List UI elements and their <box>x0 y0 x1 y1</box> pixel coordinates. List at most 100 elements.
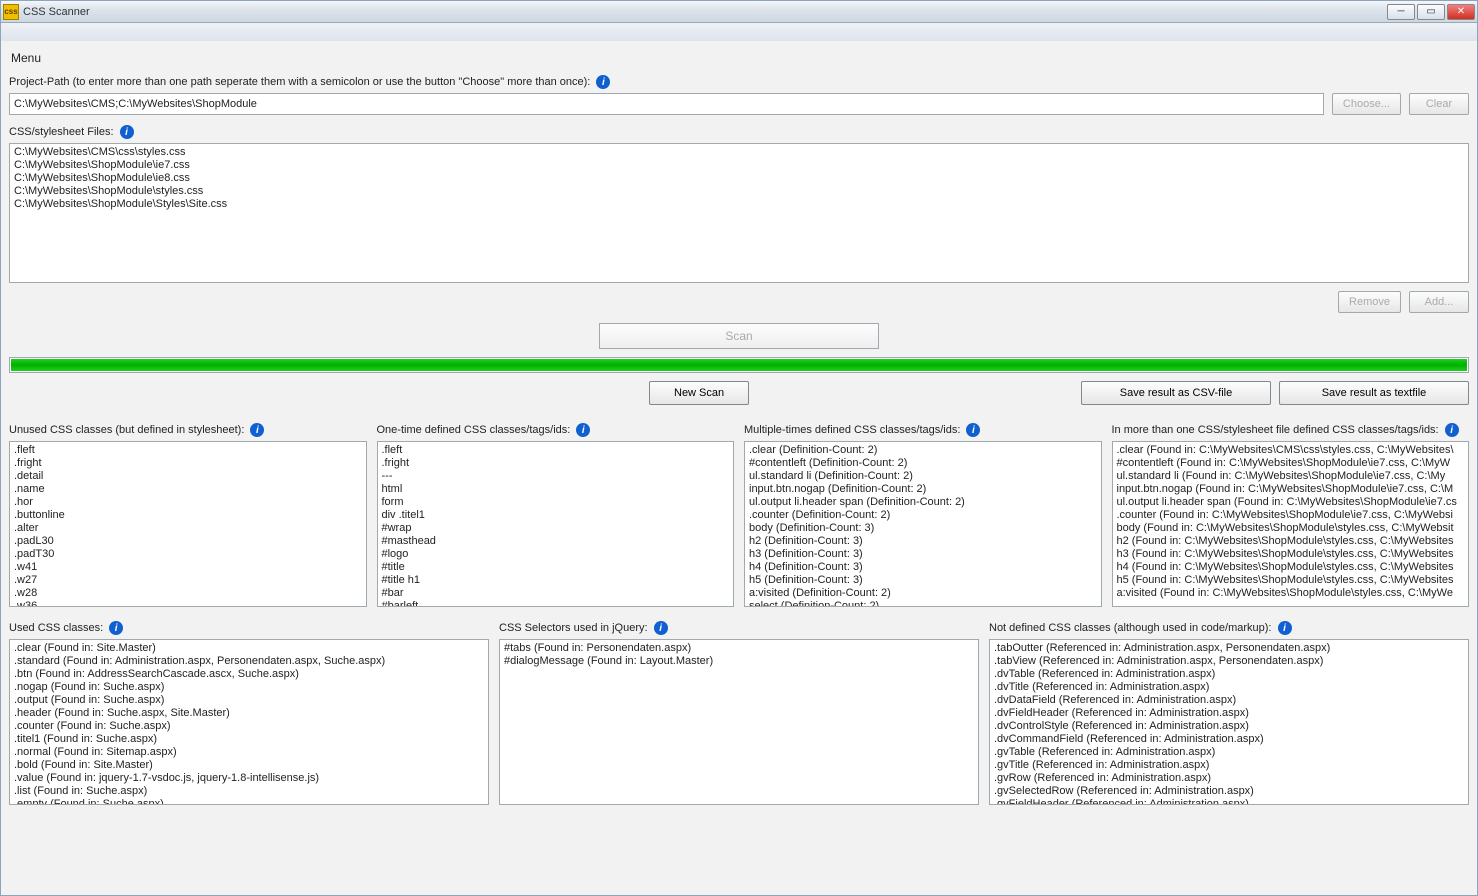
list-item[interactable]: #barleft <box>382 600 730 607</box>
list-item[interactable]: .counter (Found in: C:\MyWebsites\ShopMo… <box>1117 509 1465 522</box>
project-path-input[interactable] <box>9 93 1324 115</box>
list-item[interactable]: .fright <box>382 457 730 470</box>
list-item[interactable]: .normal (Found in: Sitemap.aspx) <box>14 746 484 759</box>
list-item[interactable]: #dialogMessage (Found in: Layout.Master) <box>504 655 974 668</box>
list-item[interactable]: .padT30 <box>14 548 362 561</box>
list-item[interactable]: h2 (Definition-Count: 3) <box>749 535 1097 548</box>
scan-button[interactable]: Scan <box>599 323 879 349</box>
list-item[interactable]: form <box>382 496 730 509</box>
list-item[interactable]: .gvFieldHeader (Referenced in: Administr… <box>994 798 1464 805</box>
list-item[interactable]: .empty (Found in: Suche.aspx) <box>14 798 484 805</box>
list-item[interactable]: .padL30 <box>14 535 362 548</box>
list-item[interactable]: #tabs (Found in: Personendaten.aspx) <box>504 642 974 655</box>
list-item[interactable]: C:\MyWebsites\ShopModule\Styles\Site.css <box>14 198 1464 211</box>
list-item[interactable]: .gvSelectedRow (Referenced in: Administr… <box>994 785 1464 798</box>
css-files-listbox[interactable]: C:\MyWebsites\CMS\css\styles.cssC:\MyWeb… <box>9 143 1469 283</box>
list-item[interactable]: div .titel1 <box>382 509 730 522</box>
info-icon[interactable]: i <box>966 423 980 437</box>
info-icon[interactable]: i <box>250 423 264 437</box>
list-item[interactable]: h2 (Found in: C:\MyWebsites\ShopModule\s… <box>1117 535 1465 548</box>
list-item[interactable]: .dvTitle (Referenced in: Administration.… <box>994 681 1464 694</box>
list-item[interactable]: .titel1 (Found in: Suche.aspx) <box>14 733 484 746</box>
list-item[interactable]: h4 (Definition-Count: 3) <box>749 561 1097 574</box>
list-item[interactable]: .dvControlStyle (Referenced in: Administ… <box>994 720 1464 733</box>
onetime-listbox[interactable]: .fleft.fright---htmlformdiv .titel1#wrap… <box>377 441 735 607</box>
list-item[interactable]: .clear (Definition-Count: 2) <box>749 444 1097 457</box>
unused-listbox[interactable]: .fleft.fright.detail.name.hor.buttonline… <box>9 441 367 607</box>
list-item[interactable]: body (Found in: C:\MyWebsites\ShopModule… <box>1117 522 1465 535</box>
list-item[interactable]: .fright <box>14 457 362 470</box>
list-item[interactable]: ul.standard li (Found in: C:\MyWebsites\… <box>1117 470 1465 483</box>
remove-button[interactable]: Remove <box>1338 291 1401 313</box>
list-item[interactable]: C:\MyWebsites\ShopModule\ie7.css <box>14 159 1464 172</box>
list-item[interactable]: .btn (Found in: AddressSearchCascade.asc… <box>14 668 484 681</box>
clear-button[interactable]: Clear <box>1409 93 1469 115</box>
list-item[interactable]: .w28 <box>14 587 362 600</box>
info-icon[interactable]: i <box>1278 621 1292 635</box>
close-button[interactable]: ✕ <box>1447 4 1475 20</box>
list-item[interactable]: select (Definition-Count: 2) <box>749 600 1097 607</box>
used-listbox[interactable]: .clear (Found in: Site.Master).standard … <box>9 639 489 805</box>
list-item[interactable]: .w41 <box>14 561 362 574</box>
list-item[interactable]: ul.output li.header span (Found in: C:\M… <box>1117 496 1465 509</box>
list-item[interactable]: .w27 <box>14 574 362 587</box>
list-item[interactable]: #title <box>382 561 730 574</box>
info-icon[interactable]: i <box>596 75 610 89</box>
list-item[interactable]: h4 (Found in: C:\MyWebsites\ShopModule\s… <box>1117 561 1465 574</box>
list-item[interactable]: body (Definition-Count: 3) <box>749 522 1097 535</box>
notdefined-listbox[interactable]: .tabOutter (Referenced in: Administratio… <box>989 639 1469 805</box>
info-icon[interactable]: i <box>576 423 590 437</box>
menu-label[interactable]: Menu <box>9 45 1469 65</box>
maximize-button[interactable]: ▭ <box>1417 4 1445 20</box>
list-item[interactable]: .dvTable (Referenced in: Administration.… <box>994 668 1464 681</box>
list-item[interactable]: .hor <box>14 496 362 509</box>
list-item[interactable]: .gvTitle (Referenced in: Administration.… <box>994 759 1464 772</box>
list-item[interactable]: --- <box>382 470 730 483</box>
list-item[interactable]: .buttonline <box>14 509 362 522</box>
list-item[interactable]: .standard (Found in: Administration.aspx… <box>14 655 484 668</box>
list-item[interactable]: .header (Found in: Suche.aspx, Site.Mast… <box>14 707 484 720</box>
list-item[interactable]: .dvDataField (Referenced in: Administrat… <box>994 694 1464 707</box>
list-item[interactable]: html <box>382 483 730 496</box>
list-item[interactable]: .clear (Found in: C:\MyWebsites\CMS\css\… <box>1117 444 1465 457</box>
list-item[interactable]: .w36 <box>14 600 362 607</box>
list-item[interactable]: #wrap <box>382 522 730 535</box>
morethanone-listbox[interactable]: .clear (Found in: C:\MyWebsites\CMS\css\… <box>1112 441 1470 607</box>
info-icon[interactable]: i <box>654 621 668 635</box>
list-item[interactable]: .bold (Found in: Site.Master) <box>14 759 484 772</box>
list-item[interactable]: .nogap (Found in: Suche.aspx) <box>14 681 484 694</box>
info-icon[interactable]: i <box>109 621 123 635</box>
list-item[interactable]: h3 (Definition-Count: 3) <box>749 548 1097 561</box>
list-item[interactable]: input.btn.nogap (Definition-Count: 2) <box>749 483 1097 496</box>
list-item[interactable]: .fleft <box>14 444 362 457</box>
list-item[interactable]: #title h1 <box>382 574 730 587</box>
info-icon[interactable]: i <box>120 125 134 139</box>
list-item[interactable]: #masthead <box>382 535 730 548</box>
list-item[interactable]: .detail <box>14 470 362 483</box>
jquery-listbox[interactable]: #tabs (Found in: Personendaten.aspx)#dia… <box>499 639 979 805</box>
list-item[interactable]: a:visited (Definition-Count: 2) <box>749 587 1097 600</box>
list-item[interactable]: h5 (Found in: C:\MyWebsites\ShopModule\s… <box>1117 574 1465 587</box>
add-button[interactable]: Add... <box>1409 291 1469 313</box>
list-item[interactable]: a:visited (Found in: C:\MyWebsites\ShopM… <box>1117 587 1465 600</box>
list-item[interactable]: .dvFieldHeader (Referenced in: Administr… <box>994 707 1464 720</box>
list-item[interactable]: h3 (Found in: C:\MyWebsites\ShopModule\s… <box>1117 548 1465 561</box>
minimize-button[interactable]: ─ <box>1387 4 1415 20</box>
list-item[interactable]: #bar <box>382 587 730 600</box>
multiple-listbox[interactable]: .clear (Definition-Count: 2)#contentleft… <box>744 441 1102 607</box>
list-item[interactable]: C:\MyWebsites\CMS\css\styles.css <box>14 146 1464 159</box>
list-item[interactable]: .value (Found in: jquery-1.7-vsdoc.js, j… <box>14 772 484 785</box>
list-item[interactable]: .clear (Found in: Site.Master) <box>14 642 484 655</box>
list-item[interactable]: .counter (Found in: Suche.aspx) <box>14 720 484 733</box>
title-bar[interactable]: css CSS Scanner ─ ▭ ✕ <box>1 1 1477 23</box>
list-item[interactable]: .fleft <box>382 444 730 457</box>
list-item[interactable]: .name <box>14 483 362 496</box>
list-item[interactable]: .gvTable (Referenced in: Administration.… <box>994 746 1464 759</box>
info-icon[interactable]: i <box>1445 423 1459 437</box>
new-scan-button[interactable]: New Scan <box>649 381 749 405</box>
list-item[interactable]: .list (Found in: Suche.aspx) <box>14 785 484 798</box>
list-item[interactable]: .tabView (Referenced in: Administration.… <box>994 655 1464 668</box>
list-item[interactable]: .gvRow (Referenced in: Administration.as… <box>994 772 1464 785</box>
list-item[interactable]: #contentleft (Found in: C:\MyWebsites\Sh… <box>1117 457 1465 470</box>
list-item[interactable]: .counter (Definition-Count: 2) <box>749 509 1097 522</box>
